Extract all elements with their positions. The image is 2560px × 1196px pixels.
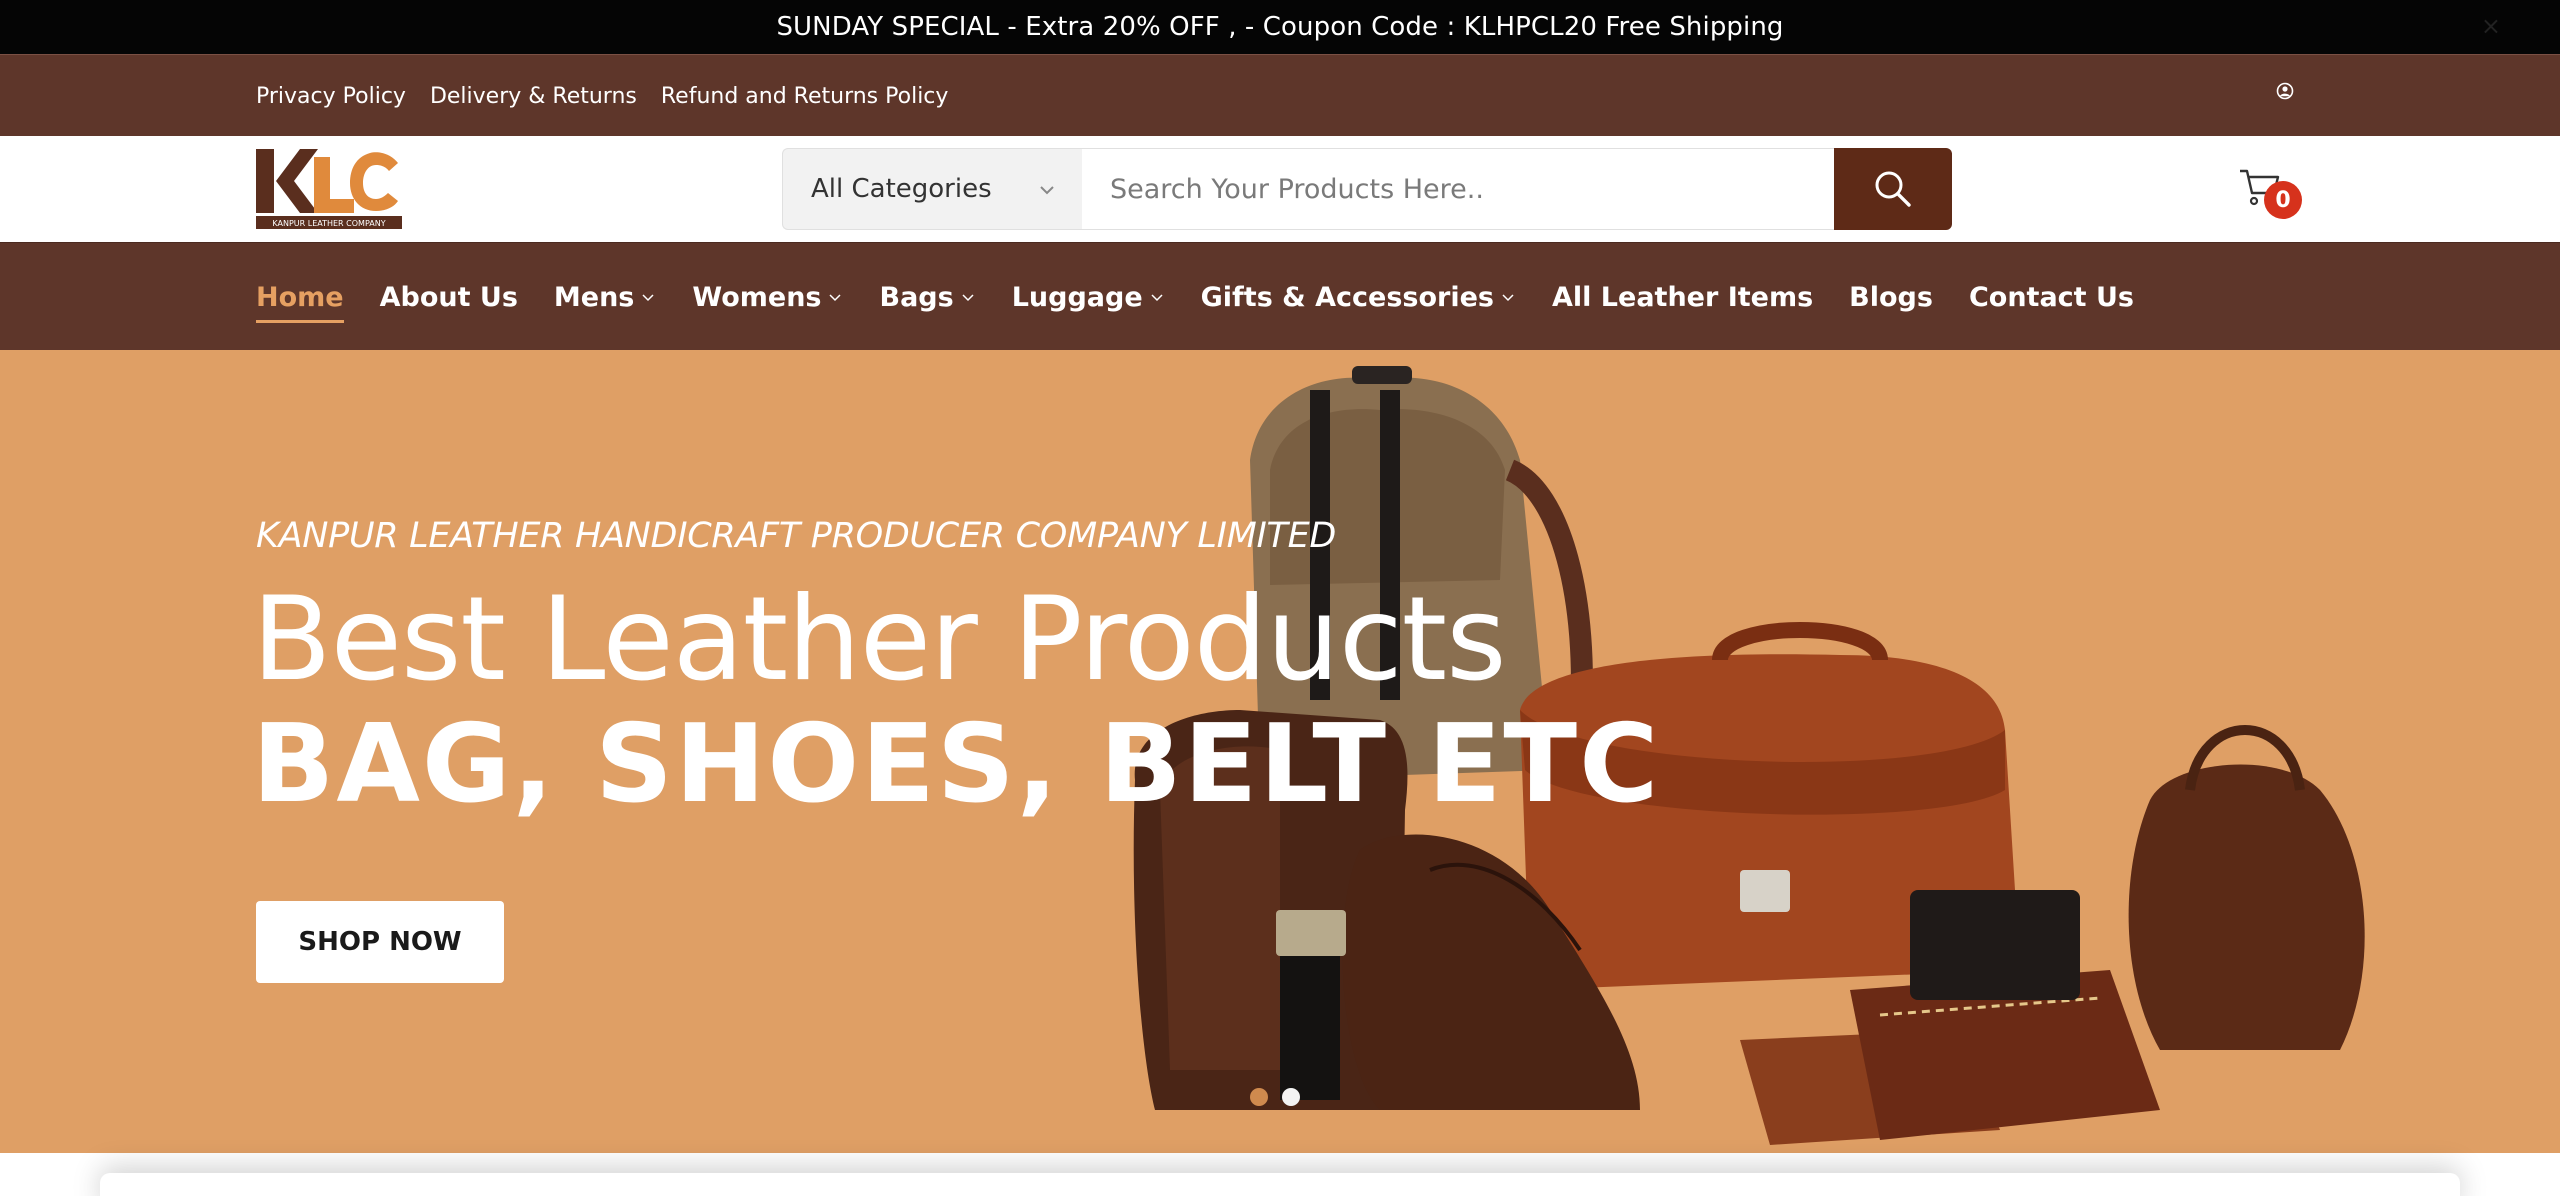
active-underline (256, 319, 344, 323)
nav-item-label: Luggage (1011, 281, 1143, 313)
nav-item-label: Blogs (1849, 281, 1933, 313)
nav-item-all-leather-items[interactable]: All Leather Items (1552, 282, 1813, 313)
site-header: KANPUR LEATHER COMPANY All Categories 0 (0, 136, 2560, 242)
slider-dot-active[interactable] (1282, 1088, 1300, 1106)
user-circle-icon[interactable] (2275, 81, 2295, 101)
nav-item-label: About Us (379, 281, 518, 313)
top-links-bar: Privacy Policy Delivery & Returns Refund… (0, 54, 2560, 136)
site-logo[interactable]: KANPUR LEATHER COMPANY (256, 149, 402, 231)
content-below-hero (0, 1153, 2560, 1196)
refund-returns-link[interactable]: Refund and Returns Policy (661, 84, 949, 109)
cart-button[interactable]: 0 (2238, 165, 2302, 221)
nav-item-blogs[interactable]: Blogs (1849, 282, 1933, 313)
main-nav: Home About Us Mens Womens Bags Luggage G… (0, 242, 2560, 350)
category-select-label: All Categories (811, 174, 992, 204)
announcement-bar: SUNDAY SPECIAL - Extra 20% OFF , - Coupo… (0, 0, 2560, 54)
slider-dots (1250, 1088, 1300, 1106)
search-icon (1875, 171, 1911, 207)
chevron-down-icon (962, 294, 974, 302)
category-select[interactable]: All Categories (782, 148, 1082, 230)
nav-item-label: Home (256, 281, 344, 313)
nav-item-bags[interactable]: Bags (879, 282, 975, 313)
delivery-returns-link[interactable]: Delivery & Returns (430, 84, 637, 109)
shop-now-button[interactable]: SHOP NOW (256, 901, 504, 983)
privacy-policy-link[interactable]: Privacy Policy (256, 84, 406, 109)
slider-dot[interactable] (1250, 1088, 1268, 1106)
announcement-text: SUNDAY SPECIAL - Extra 20% OFF , - Coupo… (776, 12, 1784, 42)
nav-item-gifts-accessories[interactable]: Gifts & Accessories (1201, 282, 1516, 313)
hero-title: Best Leather Products (252, 572, 1507, 707)
nav-item-luggage[interactable]: Luggage (1012, 282, 1165, 313)
chevron-down-icon (1151, 294, 1163, 302)
nav-item-contact-us[interactable]: Contact Us (1969, 282, 2134, 313)
search-input[interactable] (1082, 148, 1834, 230)
chevron-down-icon (1040, 186, 1054, 195)
hero-kicker: KANPUR LEATHER HANDICRAFT PRODUCER COMPA… (256, 516, 1337, 556)
nav-item-home[interactable]: Home (256, 281, 344, 323)
nav-item-label: All Leather Items (1552, 281, 1814, 313)
klc-logo: KANPUR LEATHER COMPANY (256, 149, 402, 229)
close-icon[interactable]: × (2478, 13, 2504, 39)
chevron-down-icon (642, 294, 654, 302)
nav-item-womens[interactable]: Womens (692, 282, 843, 313)
nav-item-label: Womens (692, 281, 822, 313)
logo-tagline: KANPUR LEATHER COMPANY (272, 219, 385, 228)
top-links: Privacy Policy Delivery & Returns Refund… (256, 55, 948, 137)
cart-count-badge: 0 (2264, 181, 2302, 219)
hero-slider: KANPUR LEATHER HANDICRAFT PRODUCER COMPA… (0, 350, 2560, 1153)
nav-item-label: Contact Us (1968, 281, 2134, 313)
hero-subtitle: BAG, SHOES, BELT ETC (252, 702, 1661, 827)
search-button[interactable] (1834, 148, 1952, 230)
nav-item-about-us[interactable]: About Us (380, 282, 518, 313)
search-bar: All Categories (782, 148, 1952, 230)
nav-item-label: Mens (553, 281, 635, 313)
nav-item-mens[interactable]: Mens (554, 282, 656, 313)
chevron-down-icon (829, 294, 842, 302)
content-card (100, 1173, 2460, 1196)
nav-item-label: Bags (879, 281, 954, 313)
chevron-down-icon (1502, 294, 1514, 302)
nav-item-label: Gifts & Accessories (1200, 281, 1494, 313)
